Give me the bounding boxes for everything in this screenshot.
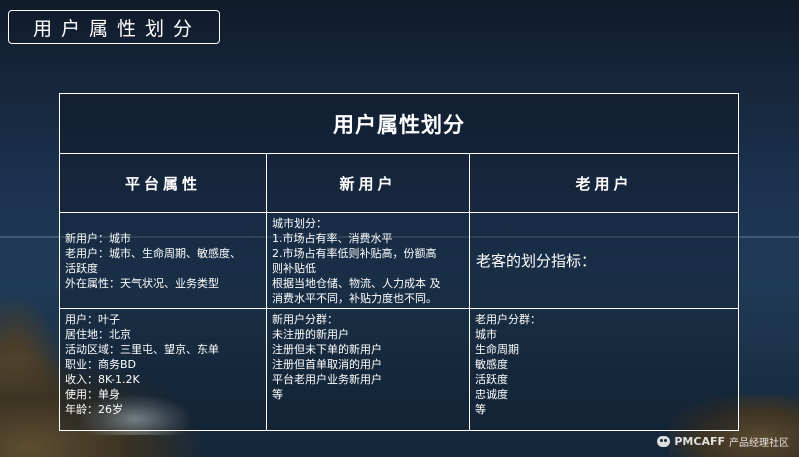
slide-title: 用户属性划分	[32, 17, 201, 40]
text-line: 新用户分群：	[272, 313, 338, 326]
text-line: 2.市场占有率低则补贴高，份额高	[272, 247, 437, 260]
cell-new-user-row1: 城市划分： 1.市场占有率、消费水平 2.市场占有率低则补贴高，份额高 则补贴低…	[266, 212, 470, 309]
user-attribute-table: 用户属性划分 平台属性 新用户 老用户 新用户：城市 老用户：城市、生命周期、敏…	[58, 93, 740, 431]
text-line: 年龄：26岁	[65, 403, 123, 416]
text-line: 注册但首单取消的用户	[272, 358, 382, 371]
text-line: 新用户：城市	[65, 231, 131, 245]
text-line: 城市划分：	[272, 217, 327, 230]
text-line: 等	[272, 388, 283, 401]
text-line: 注册但未下单的新用户	[272, 343, 382, 356]
cell-old-user-row2: 老用户分群： 城市 生命周期 敏感度 活跃度 忠诚度 等	[468, 308, 740, 431]
watermark-text: 产品经理社区	[729, 438, 789, 449]
text-line: 活跃度	[475, 373, 508, 386]
text-line: 外在属性：天气状况、业务类型	[65, 276, 219, 290]
cell-old-user-row1: 老客的划分指标：	[468, 212, 740, 309]
text-line: 老用户：城市、生命周期、敏感度、	[65, 246, 241, 260]
chat-bubble-icon	[657, 436, 671, 447]
text-line: 忠诚度	[475, 388, 508, 401]
text-line: 敏感度	[475, 358, 508, 371]
text-line: 城市	[475, 328, 497, 341]
text-line: 1.市场占有率、消费水平	[272, 232, 393, 245]
cell-platform-row2: 用户：叶子 居住地：北京 活动区域：三里屯、望京、东单 职业：商务BD 收入：8…	[59, 308, 267, 431]
column-header-platform: 平台属性	[59, 153, 267, 213]
text-line: 生命周期	[475, 343, 519, 356]
text-line: 根据当地仓储、物流、人力成本 及	[272, 277, 441, 290]
text-line: 使用：单身	[65, 388, 120, 401]
text-line: 则补贴低	[272, 262, 316, 275]
text-line: 活动区域：三里屯、望京、东单	[65, 343, 219, 356]
text-line: 老用户分群：	[475, 313, 541, 326]
table-title: 用户属性划分	[58, 93, 740, 154]
text-line: 收入：8K-1.2K	[65, 373, 140, 386]
text-line: 等	[475, 403, 486, 416]
watermark: PMCAFF 产品经理社区	[657, 434, 789, 449]
text-line: 用户：叶子	[65, 313, 120, 326]
column-header-new-user: 新用户	[266, 153, 470, 213]
text-line: 居住地：北京	[65, 328, 131, 341]
text-line: 活跃度	[65, 261, 98, 275]
text-line: 职业：商务BD	[65, 358, 137, 371]
text-line: 平台老用户业务新用户	[272, 373, 382, 386]
slide-title-box: 用户属性划分	[8, 10, 220, 44]
watermark-brand: PMCAFF	[674, 435, 725, 448]
column-header-old-user: 老用户	[468, 153, 740, 213]
text-line: 未注册的新用户	[272, 328, 349, 341]
cell-platform-row1: 新用户：城市 老用户：城市、生命周期、敏感度、 活跃度 外在属性：天气状况、业务…	[59, 212, 267, 309]
text-line: 消费水平不同，补贴力度也不同。	[272, 292, 437, 305]
cell-new-user-row2: 新用户分群： 未注册的新用户 注册但未下单的新用户 注册但首单取消的用户 平台老…	[266, 308, 470, 431]
